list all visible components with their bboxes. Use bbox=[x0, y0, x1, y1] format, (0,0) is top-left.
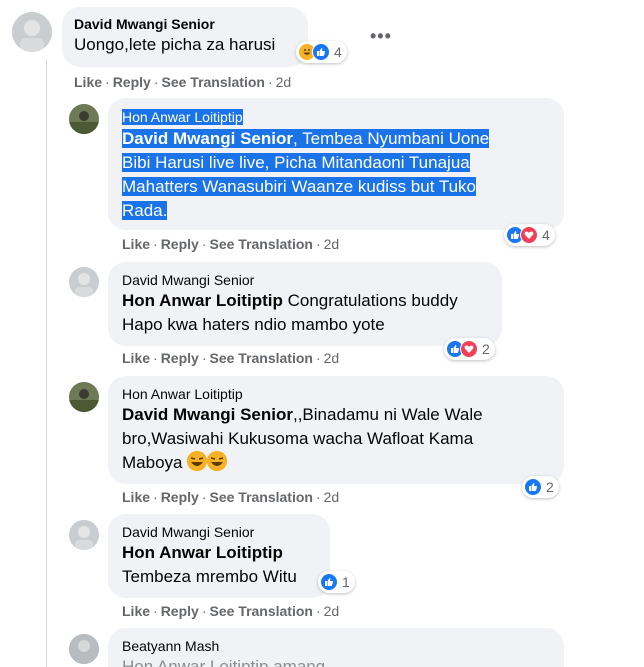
see-translation-link[interactable]: See Translation bbox=[209, 489, 312, 505]
comment-bubble: Hon Anwar Loitiptip David Mwangi Senior,… bbox=[108, 98, 564, 230]
reaction-summary[interactable]: 2 bbox=[444, 338, 495, 360]
comment-author[interactable]: David Mwangi Senior bbox=[122, 523, 316, 541]
like-link[interactable]: Like bbox=[122, 603, 150, 619]
comment-author[interactable]: Hon Anwar Loitiptip bbox=[122, 385, 550, 403]
reaction-summary[interactable]: 2 bbox=[522, 476, 559, 498]
comment-text: David Mwangi Senior, Tembea Nyumbani Uon… bbox=[122, 129, 490, 220]
mention-link[interactable]: Hon Anwar Loitiptip bbox=[122, 291, 283, 310]
comment-bubble: Hon Anwar Loitiptip David Mwangi Senior,… bbox=[108, 376, 564, 484]
reaction-count: 4 bbox=[542, 227, 550, 243]
comment-author[interactable]: Beatyann Mash bbox=[122, 637, 550, 655]
reply-link[interactable]: Reply bbox=[161, 236, 199, 252]
see-translation-link[interactable]: See Translation bbox=[161, 74, 264, 90]
reply-link[interactable]: Reply bbox=[161, 603, 199, 619]
avatar[interactable] bbox=[69, 104, 99, 134]
reply-link[interactable]: Reply bbox=[161, 350, 199, 366]
like-icon bbox=[312, 43, 330, 61]
see-translation-link[interactable]: See Translation bbox=[209, 603, 312, 619]
avatar[interactable] bbox=[69, 520, 99, 550]
avatar[interactable] bbox=[69, 267, 99, 297]
comment-bubble: David Mwangi Senior Hon Anwar Loitiptip … bbox=[108, 262, 502, 346]
comment-author[interactable]: David Mwangi Senior bbox=[74, 15, 296, 33]
avatar[interactable] bbox=[12, 12, 52, 52]
laughing-emoji-icon bbox=[207, 451, 228, 471]
comment-actions: Like · Reply · See Translation · 2d bbox=[74, 74, 292, 90]
timestamp[interactable]: 2d bbox=[324, 236, 340, 252]
love-icon bbox=[520, 226, 538, 244]
timestamp[interactable]: 2d bbox=[324, 350, 340, 366]
timestamp[interactable]: 2d bbox=[324, 489, 340, 505]
laughing-emoji-icon bbox=[187, 451, 208, 471]
love-icon bbox=[460, 340, 478, 358]
comment-text: Uongo,lete picha za harusi bbox=[74, 35, 276, 54]
reaction-count: 2 bbox=[482, 341, 490, 357]
reaction-count: 1 bbox=[342, 574, 350, 590]
comment-text: Hon Anwar Loitiptip amang... bbox=[122, 657, 340, 667]
like-link[interactable]: Like bbox=[122, 489, 150, 505]
comment-text: David Mwangi Senior,,Binadamu ni Wale Wa… bbox=[122, 405, 483, 472]
comment-bubble: Beatyann Mash Hon Anwar Loitiptip amang.… bbox=[108, 628, 564, 667]
mention-link[interactable]: David Mwangi Senior bbox=[122, 405, 293, 424]
mention-link[interactable]: Hon Anwar Loitiptip bbox=[122, 543, 283, 562]
like-icon bbox=[524, 478, 542, 496]
like-link[interactable]: Like bbox=[122, 350, 150, 366]
like-link[interactable]: Like bbox=[122, 236, 150, 252]
see-translation-link[interactable]: See Translation bbox=[209, 236, 312, 252]
reaction-summary[interactable]: 1 bbox=[318, 571, 355, 593]
comment-text: Hon Anwar Loitiptip Congratulations budd… bbox=[122, 291, 458, 334]
comment-author[interactable]: David Mwangi Senior bbox=[122, 271, 488, 289]
reaction-count: 2 bbox=[546, 479, 554, 495]
reaction-count: 4 bbox=[334, 44, 342, 60]
reaction-summary[interactable]: 4 bbox=[296, 41, 347, 63]
comment-actions: Like · Reply · See Translation · 2d bbox=[122, 603, 340, 619]
comment-text: Hon Anwar Loitiptip Tembeza mrembo Witu bbox=[122, 543, 297, 586]
timestamp[interactable]: 2d bbox=[276, 74, 292, 90]
mention-link[interactable]: David Mwangi Senior bbox=[122, 129, 293, 148]
timestamp[interactable]: 2d bbox=[324, 603, 340, 619]
reaction-summary[interactable]: 4 bbox=[504, 224, 555, 246]
comment-bubble: David Mwangi Senior Uongo,lete picha za … bbox=[62, 7, 308, 67]
comment-author[interactable]: Hon Anwar Loitiptip bbox=[122, 109, 243, 125]
thread-line bbox=[46, 60, 47, 667]
see-translation-link[interactable]: See Translation bbox=[209, 350, 312, 366]
like-icon bbox=[320, 573, 338, 591]
like-link[interactable]: Like bbox=[74, 74, 102, 90]
comment-actions: Like · Reply · See Translation · 2d bbox=[122, 236, 340, 252]
avatar[interactable] bbox=[69, 634, 99, 664]
avatar[interactable] bbox=[69, 382, 99, 412]
more-options-icon[interactable]: ••• bbox=[370, 26, 392, 47]
comment-bubble: David Mwangi Senior Hon Anwar Loitiptip … bbox=[108, 514, 330, 598]
comment-actions: Like · Reply · See Translation · 2d bbox=[122, 489, 340, 505]
reply-link[interactable]: Reply bbox=[113, 74, 151, 90]
reply-link[interactable]: Reply bbox=[161, 489, 199, 505]
comment-actions: Like · Reply · See Translation · 2d bbox=[122, 350, 340, 366]
